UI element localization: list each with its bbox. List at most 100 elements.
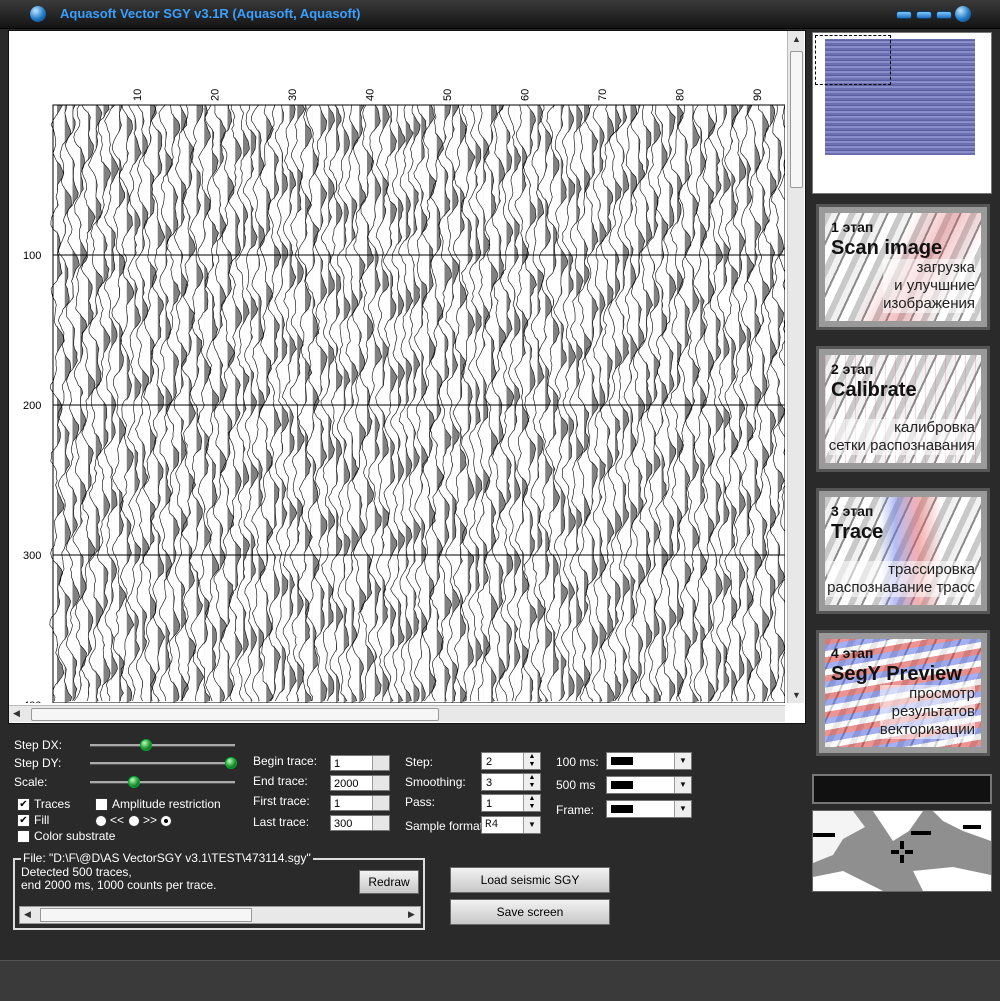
step-spinbox[interactable]: 2 ▲ ▼ — [481, 752, 541, 770]
end-trace-input[interactable]: 2000 — [330, 775, 390, 791]
crosshair-icon — [891, 841, 913, 863]
y-tick-label: 300 — [23, 550, 41, 562]
radio-middle[interactable] — [128, 815, 140, 827]
begin-trace-input[interactable]: 1 — [330, 755, 390, 771]
frame-color-select[interactable]: ▼ — [606, 800, 692, 818]
x-tick-label: 60 — [520, 89, 532, 101]
scale-slider-thumb[interactable] — [128, 776, 140, 788]
y-tick-label: 200 — [23, 400, 41, 412]
stage-preview-image: 3 этап Trace трассировка распознавание трас… — [825, 497, 981, 605]
close-orb-icon[interactable] — [955, 6, 971, 22]
stage-title: Scan image — [831, 237, 943, 259]
redraw-button[interactable]: Redraw — [359, 870, 419, 894]
scroll-left-icon[interactable]: ◀ — [24, 910, 31, 919]
bottom-status-bar — [0, 960, 1000, 1001]
vertical-scroll-thumb[interactable] — [790, 51, 803, 188]
ms500-label: 500 ms — [556, 778, 596, 792]
stage-description-line: результатов — [879, 703, 975, 721]
stage-description-line: трассировка — [827, 561, 975, 579]
zoom-preview — [812, 810, 992, 892]
pass-spinbox[interactable]: 1 ▲ ▼ — [481, 794, 541, 812]
scroll-up-icon[interactable]: ▲ — [792, 35, 801, 44]
app-orb-icon[interactable] — [30, 6, 46, 22]
first-trace-label: First trace: — [253, 794, 310, 808]
stage-panel-4[interactable]: 4 этап SegY Preview просмотр результатов век… — [816, 630, 990, 756]
stage-number: 3 этап — [831, 503, 874, 519]
x-tick-label: 40 — [365, 89, 377, 101]
scroll-right-icon[interactable]: ▶ — [408, 910, 415, 919]
sample-format-label: Sample format: — [405, 819, 487, 833]
last-trace-input[interactable]: 300 — [330, 815, 390, 831]
horizontal-scroll-thumb[interactable] — [31, 708, 439, 721]
step-dx-slider[interactable] — [90, 744, 235, 747]
ms100-color-select[interactable]: ▼ — [606, 752, 692, 770]
y-tick-label: 400 — [23, 700, 41, 703]
stage-number: 1 этап — [831, 219, 874, 235]
horizontal-scrollbar[interactable]: ◀ — [9, 705, 785, 722]
stage-preview-image: 1 этап Scan image загрузка и улучшние изобра… — [825, 213, 981, 321]
end-trace-label: End trace: — [253, 774, 308, 788]
seismic-plot[interactable]: 10 20 30 40 50 60 70 80 90 100 200 300 400 — [9, 31, 785, 703]
minimap-viewport[interactable] — [815, 35, 891, 85]
x-tick-label: 50 — [442, 89, 454, 101]
stage-title: Calibrate — [831, 379, 917, 401]
step-dy-label: Step DY: — [14, 756, 62, 770]
smoothing-spinbox[interactable]: 3 ▲ ▼ — [481, 773, 541, 791]
first-trace-input[interactable]: 1 — [330, 795, 390, 811]
maximize-button[interactable] — [936, 11, 952, 19]
restore-button[interactable] — [916, 11, 932, 19]
stage-panel-1[interactable]: 1 этап Scan image загрузка и улучшние изобра… — [816, 204, 990, 330]
begin-trace-label: Begin trace: — [253, 754, 318, 768]
stage-preview-image: 2 этап Calibrate калибровка сетки распознав… — [825, 355, 981, 463]
x-tick-label: 70 — [597, 89, 609, 101]
stage-description: трассировка распознавание трасс — [827, 561, 975, 597]
title-bar: Aquasoft Vector SGY v3.1R (Aquasoft, Aqu… — [0, 0, 1000, 29]
stage-number: 4 этап — [831, 645, 874, 661]
load-seismic-button[interactable]: Load seismic SGY — [450, 867, 610, 893]
minimize-button[interactable] — [896, 11, 912, 19]
color-substrate-label: Color substrate — [34, 829, 116, 843]
scale-slider[interactable] — [90, 781, 235, 784]
stage-panel-3[interactable]: 3 этап Trace трассировка распознавание трас… — [816, 488, 990, 614]
chevron-down-icon[interactable]: ▼ — [674, 777, 691, 793]
scroll-left-icon[interactable]: ◀ — [13, 709, 20, 718]
overview-minimap[interactable] — [812, 32, 992, 194]
step-dy-slider[interactable] — [90, 762, 235, 765]
amplitude-restriction-label: Amplitude restriction — [112, 797, 221, 811]
scroll-down-icon[interactable]: ▼ — [792, 691, 801, 700]
last-trace-label: Last trace: — [253, 815, 310, 829]
amplitude-restriction-checkbox[interactable] — [95, 798, 108, 811]
traces-checkbox[interactable]: ✔ — [17, 798, 30, 811]
file-scrollbar[interactable]: ◀ ▶ — [19, 906, 421, 924]
file-path: File: "D:\F\@D\AS VectorSGY v3.1\TEST\47… — [21, 851, 313, 865]
stage-panel-2[interactable]: 2 этап Calibrate калибровка сетки распознав… — [816, 346, 990, 472]
vertical-scrollbar[interactable]: ▲ ▼ — [787, 31, 804, 703]
radio-left[interactable] — [95, 815, 107, 827]
frame-label: Frame: — [556, 803, 595, 817]
step-dx-label: Step DX: — [14, 738, 63, 752]
status-display — [812, 774, 992, 804]
stage-number: 2 этап — [831, 361, 874, 377]
chevron-down-icon[interactable]: ▼ — [523, 817, 540, 833]
fill-checkbox[interactable]: ✔ — [17, 814, 30, 827]
radio-right[interactable] — [160, 815, 172, 827]
step-label: Step: — [405, 755, 434, 769]
file-scroll-thumb[interactable] — [40, 908, 252, 922]
chevron-down-icon[interactable]: ▼ — [674, 753, 691, 769]
ms500-color-select[interactable]: ▼ — [606, 776, 692, 794]
radio-left-label: << — [110, 813, 125, 827]
sample-format-value: R4 — [485, 819, 499, 831]
color-substrate-checkbox[interactable] — [17, 830, 30, 843]
step-dy-slider-thumb[interactable] — [225, 757, 237, 769]
seismic-view: 10 20 30 40 50 60 70 80 90 100 200 300 400 ▲ ▼ ◀ — [8, 30, 806, 724]
scale-label: Scale: — [14, 775, 48, 789]
stage-description: калибровка сетки распознавания — [828, 419, 975, 455]
stage-description: просмотр результатов векторизации — [879, 685, 975, 739]
sample-format-select[interactable]: R4 ▼ — [481, 816, 541, 834]
seismic-wiggle-plot: 10 20 30 40 50 60 70 80 90 100 200 300 400 — [23, 89, 785, 703]
step-dx-slider-thumb[interactable] — [140, 739, 152, 751]
stage-description-line: просмотр — [879, 685, 975, 703]
save-screen-button[interactable]: Save screen — [450, 899, 610, 925]
chevron-down-icon[interactable]: ▼ — [674, 801, 691, 817]
file-info-line: end 2000 ms, 1000 counts per trace. — [21, 878, 217, 892]
